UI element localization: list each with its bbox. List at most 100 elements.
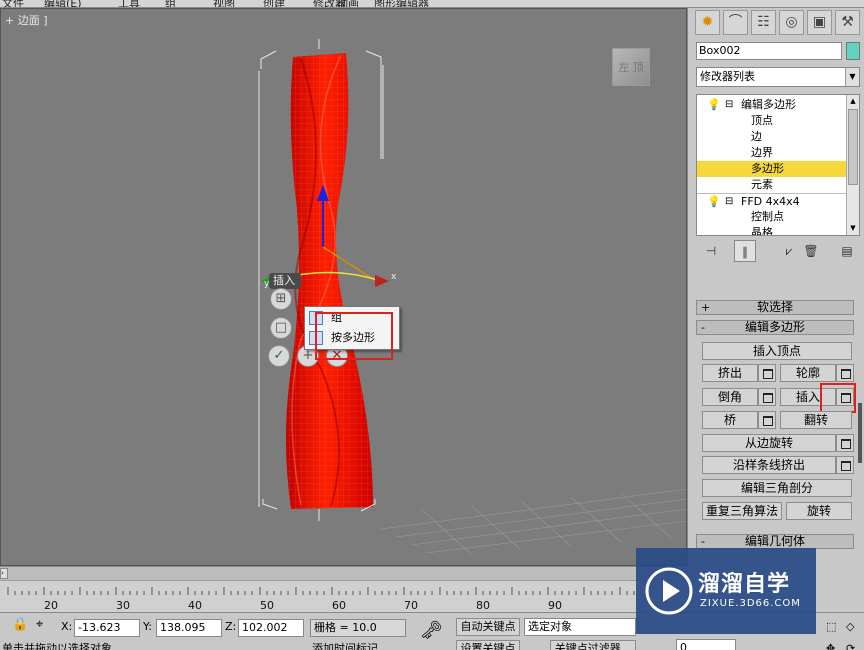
panel-scrollbar[interactable] — [858, 403, 862, 463]
rollout-edit-polygons[interactable]: - 编辑多边形 — [696, 320, 854, 335]
stack-item-lattice[interactable]: 晶格 — [697, 225, 847, 235]
add-time-tag[interactable]: 添加时间标记 — [312, 641, 378, 650]
menu-views[interactable]: 视图 — [213, 0, 235, 7]
rollout-edit-geometry[interactable]: - 编辑几何体 — [696, 534, 854, 549]
stack-item-element[interactable]: 元素 — [697, 177, 847, 193]
scroll-up-icon[interactable]: ▲ — [847, 95, 859, 108]
menu-graph-editors[interactable]: 图形编辑器 — [374, 0, 429, 7]
stack-item-vertex[interactable]: 顶点 — [697, 113, 847, 129]
tab-display[interactable]: ▣ — [807, 10, 832, 35]
collapse-icon[interactable]: ⊟ — [725, 194, 733, 210]
rollout-sign: + — [701, 301, 711, 314]
menu-tools[interactable]: 工具 — [118, 0, 140, 7]
selection-set-dropdown[interactable]: 选定对象 — [524, 618, 636, 636]
stack-item-edge[interactable]: 边 — [697, 129, 847, 145]
track-bar[interactable]: 20 30 40 50 60 70 80 90 — [0, 580, 640, 612]
pin-stack-button[interactable]: ⊣ — [700, 240, 722, 262]
hinge-from-edge-button[interactable]: 从边旋转 — [702, 434, 836, 452]
collapse-icon[interactable]: ⊟ — [725, 97, 733, 113]
retriangulate-button[interactable]: 重复三角算法 — [702, 502, 782, 520]
time-slider[interactable]: › — [0, 566, 687, 580]
stack-item-edit-poly[interactable]: 💡 ⊟ 编辑多边形 — [697, 97, 847, 113]
utilities-icon: ⚒ — [841, 14, 854, 30]
set-key-button[interactable]: 设置关键点 — [456, 640, 520, 650]
orbit-icon[interactable]: ⟳ — [846, 641, 855, 650]
tab-hierarchy[interactable]: ☷ — [751, 10, 776, 35]
gizmo-x-label: x — [391, 272, 397, 282]
menu-edit[interactable]: 编辑(E) — [44, 0, 82, 7]
tick-label: 30 — [116, 599, 130, 612]
absolute-mode-icon[interactable]: ⌖ — [36, 617, 43, 633]
auto-key-button[interactable]: 自动关键点 — [456, 618, 520, 636]
rollout-sign: - — [701, 535, 705, 548]
lock-icon[interactable]: 🔒 — [12, 617, 28, 633]
z-coordinate-field[interactable]: 102.002 — [238, 619, 304, 637]
current-frame-field[interactable]: 0 — [676, 639, 736, 650]
lightbulb-icon[interactable]: 💡 — [707, 97, 721, 113]
edit-triangulation-button[interactable]: 编辑三角剖分 — [702, 479, 852, 497]
outline-settings-button[interactable] — [836, 364, 854, 382]
tab-motion[interactable]: ◎ — [779, 10, 804, 35]
inset-amount-icon: □ — [274, 320, 288, 335]
flip-button[interactable]: 翻转 — [780, 411, 852, 429]
stack-item-polygon[interactable]: 多边形 — [697, 161, 847, 177]
pan-icon[interactable]: ✥ — [826, 641, 835, 650]
trash-icon: 🗑 — [803, 244, 819, 258]
menu-file[interactable]: 文件 — [2, 0, 24, 7]
extrude-button[interactable]: 挤出 — [702, 364, 758, 382]
object-color-swatch[interactable] — [846, 42, 860, 60]
viewcube[interactable]: 左 顶 — [612, 48, 650, 86]
y-coordinate-field[interactable]: 138.095 — [156, 619, 222, 637]
field-of-view-icon[interactable]: ◇ — [846, 619, 854, 635]
x-coordinate-field[interactable]: -13.623 — [74, 619, 140, 637]
tab-utilities[interactable]: ⚒ — [835, 10, 860, 35]
show-end-result-button[interactable]: ∥ — [734, 240, 756, 262]
bridge-button[interactable]: 桥 — [702, 411, 758, 429]
viewport-label[interactable]: + 边面 ] — [5, 12, 48, 28]
rollout-title: 软选择 — [756, 300, 793, 314]
tick-label: 90 — [548, 599, 562, 612]
modifier-list-dropdown[interactable]: 修改器列表 ▼ — [696, 67, 860, 87]
object-name-field[interactable]: Box002 — [696, 42, 842, 60]
scroll-thumb[interactable] — [848, 109, 858, 185]
extrude-spline-settings-button[interactable] — [836, 456, 854, 474]
stack-item-control-points[interactable]: 控制点 — [697, 209, 847, 225]
bevel-button[interactable]: 倒角 — [702, 388, 758, 406]
menu-group[interactable]: 组 — [165, 0, 176, 7]
bevel-settings-button[interactable] — [758, 388, 776, 406]
play-logo-icon — [645, 567, 693, 615]
outline-button[interactable]: 轮廓 — [780, 364, 836, 382]
hinge-settings-button[interactable] — [836, 434, 854, 452]
prompt-text: 单击并拖动以选择对象 — [2, 642, 112, 650]
extrude-settings-button[interactable] — [758, 364, 776, 382]
stack-scrollbar[interactable]: ▲ ▼ — [846, 95, 859, 235]
zoom-extents-icon[interactable]: ⬚ — [826, 619, 836, 635]
extrude-along-spline-button[interactable]: 沿样条线挤出 — [702, 456, 836, 474]
key-filters-button[interactable]: 关键点过滤器... — [550, 640, 636, 650]
scroll-down-icon[interactable]: ▼ — [847, 222, 859, 235]
perspective-viewport[interactable]: x y + 边面 ] 左 顶 插入 ⊞ □ ✓ + ✕ 组 按多边形 — [0, 8, 687, 566]
stack-item-border[interactable]: 边界 — [697, 145, 847, 161]
time-slider-handle[interactable]: › — [0, 568, 8, 579]
key-icon[interactable]: 🗝 — [420, 622, 443, 640]
remove-modifier-button[interactable]: 🗑 — [800, 240, 822, 262]
make-unique-icon: ⩗ — [785, 244, 793, 258]
make-unique-button[interactable]: ⩗ — [778, 240, 800, 262]
scene-canvas[interactable]: x y — [1, 9, 687, 566]
configure-sets-button[interactable]: ▤ — [836, 240, 858, 262]
stack-item-label: 边 — [751, 130, 762, 143]
caddy-amount-button[interactable]: □ — [270, 317, 292, 339]
tab-create[interactable]: ✹ — [695, 10, 720, 35]
caddy-mode-button[interactable]: ⊞ — [270, 288, 292, 310]
stack-item-ffd[interactable]: 💡 ⊟ FFD 4x4x4 — [697, 193, 847, 209]
turn-button[interactable]: 旋转 — [786, 502, 852, 520]
configure-icon: ▤ — [841, 244, 853, 258]
rollout-soft-selection[interactable]: + 软选择 — [696, 300, 854, 315]
menu-create[interactable]: 创建 — [263, 0, 285, 7]
lightbulb-icon[interactable]: 💡 — [707, 194, 721, 210]
caddy-ok-button[interactable]: ✓ — [268, 345, 290, 367]
bridge-settings-button[interactable] — [758, 411, 776, 429]
tab-modify[interactable]: ⌒ — [723, 10, 748, 35]
menu-animation[interactable]: 动画 — [337, 0, 359, 7]
insert-vertex-button[interactable]: 插入顶点 — [702, 342, 852, 360]
